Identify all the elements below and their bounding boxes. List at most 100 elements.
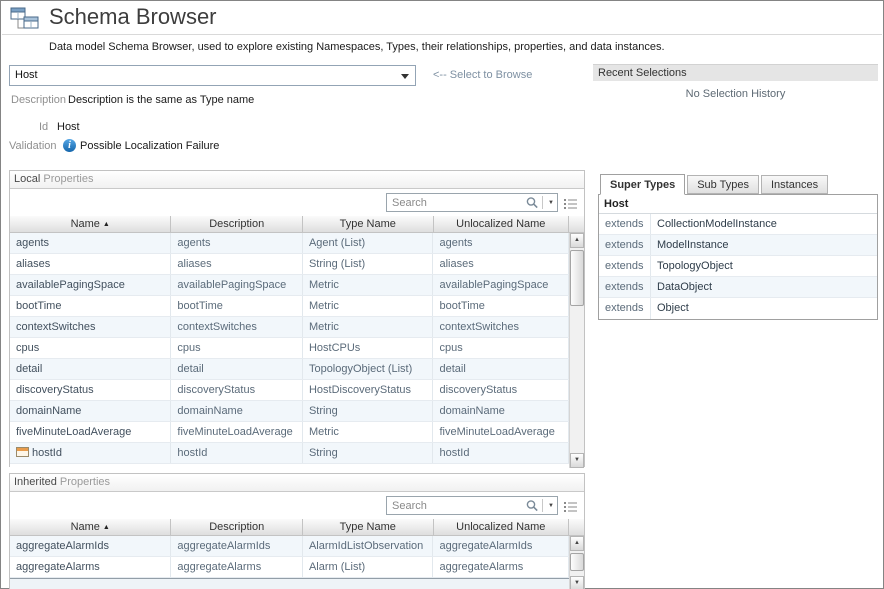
supertype-row[interactable]: extendsModelInstance	[599, 235, 877, 256]
property-row[interactable]: aggregateAlarmIdsaggregateAlarmIdsAlarmI…	[10, 536, 569, 557]
property-cell: aggregateAlarms	[10, 557, 171, 577]
property-cell: Alarm (List)	[303, 557, 434, 577]
search-divider	[542, 196, 543, 209]
column-header-name[interactable]: Name▲	[10, 519, 171, 535]
schema-browser-icon	[10, 6, 42, 34]
property-row[interactable]: cpuscpusHostCPUscpus	[10, 338, 569, 359]
table-header-row: Name▲ Description Type Name Unlocalized …	[10, 216, 584, 233]
validation-row: Validation i Possible Localization Failu…	[9, 140, 57, 154]
property-cell: hostId	[433, 443, 569, 463]
property-cell: TopologyObject (List)	[303, 359, 434, 379]
scroll-down-button[interactable]: ▼	[570, 453, 584, 468]
property-row[interactable]: detaildetailTopologyObject (List)detail	[10, 359, 569, 380]
property-row[interactable]: agentsagentsAgent (List)agents	[10, 233, 569, 254]
description-row: Description Description is the same as T…	[11, 94, 66, 108]
property-row[interactable]: domainNamedomainNameStringdomainName	[10, 401, 569, 422]
search-options-arrow-icon[interactable]: ▼	[545, 503, 557, 509]
supertype-row[interactable]: extendsCollectionModelInstance	[599, 214, 877, 235]
search-input[interactable]: Search ▼	[386, 496, 558, 515]
property-row[interactable]: bootTimebootTimeMetricbootTime	[10, 296, 569, 317]
property-cell: Metric	[303, 317, 434, 337]
property-cell: agents	[171, 233, 303, 253]
property-cell: String (List)	[303, 254, 434, 274]
property-cell: domainName	[433, 401, 569, 421]
column-header-description[interactable]: Description	[171, 216, 303, 232]
supertype-row[interactable]: extendsObject	[599, 298, 877, 319]
inherited-properties-toolbar: Search ▼	[10, 492, 584, 519]
property-cell: aliases	[171, 254, 303, 274]
property-row[interactable]: discoveryStatusdiscoveryStatusHostDiscov…	[10, 380, 569, 401]
property-row[interactable]: availablePagingSpaceavailablePagingSpace…	[10, 275, 569, 296]
types-panel: Super Types Sub Types Instances Host ext…	[598, 173, 878, 320]
property-row[interactable]: hostIdhostIdStringhostId	[10, 443, 569, 464]
type-cell: CollectionModelInstance	[651, 214, 877, 234]
recent-selections-empty: No Selection History	[593, 81, 878, 100]
scrollbar[interactable]: ▲ ▼	[569, 536, 584, 589]
type-cell: ModelInstance	[651, 235, 877, 255]
property-cell: String	[303, 443, 434, 463]
search-options-arrow-icon[interactable]: ▼	[545, 200, 557, 206]
property-cell: discoveryStatus	[10, 380, 171, 400]
customizer-icon[interactable]	[564, 500, 578, 512]
property-cell: Metric	[303, 275, 434, 295]
property-cell: AlarmIdListObservation	[303, 536, 434, 556]
partial-row	[10, 578, 569, 589]
tab-instances[interactable]: Instances	[761, 175, 828, 194]
property-cell: cpus	[10, 338, 171, 358]
property-cell: fiveMinuteLoadAverage	[433, 422, 569, 442]
local-properties-toolbar: Search ▼	[10, 189, 584, 216]
search-input[interactable]: Search ▼	[386, 193, 558, 212]
type-select[interactable]: Host	[9, 65, 416, 86]
inherited-properties-rows: aggregateAlarmIdsaggregateAlarmIdsAlarmI…	[10, 536, 569, 589]
scrollbar[interactable]: ▲ ▼	[569, 233, 584, 468]
search-icon	[525, 499, 540, 512]
scroll-up-button[interactable]: ▲	[570, 536, 584, 551]
types-tabs: Super Types Sub Types Instances	[598, 173, 878, 194]
property-cell: cpus	[171, 338, 303, 358]
local-properties-grid: Name▲ Description Type Name Unlocalized …	[10, 216, 584, 468]
property-row[interactable]: fiveMinuteLoadAveragefiveMinuteLoadAvera…	[10, 422, 569, 443]
inherited-properties-panel: Inherited Properties Search ▼ Name▲ Desc…	[9, 473, 585, 589]
property-cell: hostId	[10, 443, 171, 463]
supertype-row[interactable]: extendsDataObject	[599, 277, 877, 298]
property-cell: contextSwitches	[171, 317, 303, 337]
local-properties-title: Local Properties	[10, 171, 584, 189]
property-cell: cpus	[433, 338, 569, 358]
column-header-type-name[interactable]: Type Name	[303, 519, 434, 535]
property-cell: availablePagingSpace	[10, 275, 171, 295]
scroll-down-button[interactable]: ▼	[570, 576, 584, 589]
local-properties-rows: agentsagentsAgent (List)agentsaliasesali…	[10, 233, 569, 468]
property-cell: Agent (List)	[303, 233, 434, 253]
tab-super-types[interactable]: Super Types	[600, 174, 685, 195]
property-cell: aggregateAlarmIds	[10, 536, 171, 556]
column-header-name[interactable]: Name▲	[10, 216, 171, 232]
property-row[interactable]: aggregateAlarmsaggregateAlarmsAlarm (Lis…	[10, 557, 569, 578]
validation-value: Possible Localization Failure	[80, 140, 330, 152]
identity-icon	[16, 447, 29, 457]
column-header-unlocalized-name[interactable]: Unlocalized Name	[434, 519, 570, 535]
property-cell: Metric	[303, 296, 434, 316]
property-cell: availablePagingSpace	[433, 275, 569, 295]
description-label: Description	[11, 94, 66, 106]
type-name-header: Host	[599, 195, 877, 214]
property-row[interactable]: contextSwitchescontextSwitchesMetriccont…	[10, 317, 569, 338]
property-cell: bootTime	[433, 296, 569, 316]
column-header-description[interactable]: Description	[171, 519, 303, 535]
property-cell: availablePagingSpace	[171, 275, 303, 295]
property-cell: detail	[171, 359, 303, 379]
tab-sub-types[interactable]: Sub Types	[687, 175, 759, 194]
header-spacer	[569, 519, 584, 535]
type-cell: Object	[651, 298, 877, 319]
column-header-unlocalized-name[interactable]: Unlocalized Name	[434, 216, 570, 232]
id-label: Id	[39, 121, 48, 133]
property-row[interactable]: aliasesaliasesString (List)aliases	[10, 254, 569, 275]
property-cell: aliases	[10, 254, 171, 274]
scroll-up-button[interactable]: ▲	[570, 233, 584, 248]
scrollbar-thumb[interactable]	[570, 250, 584, 306]
property-cell: HostCPUs	[303, 338, 434, 358]
supertype-row[interactable]: extendsTopologyObject	[599, 256, 877, 277]
column-header-type-name[interactable]: Type Name	[303, 216, 434, 232]
chevron-down-icon	[401, 74, 409, 79]
customizer-icon[interactable]	[564, 197, 578, 209]
scrollbar-thumb[interactable]	[570, 553, 584, 571]
